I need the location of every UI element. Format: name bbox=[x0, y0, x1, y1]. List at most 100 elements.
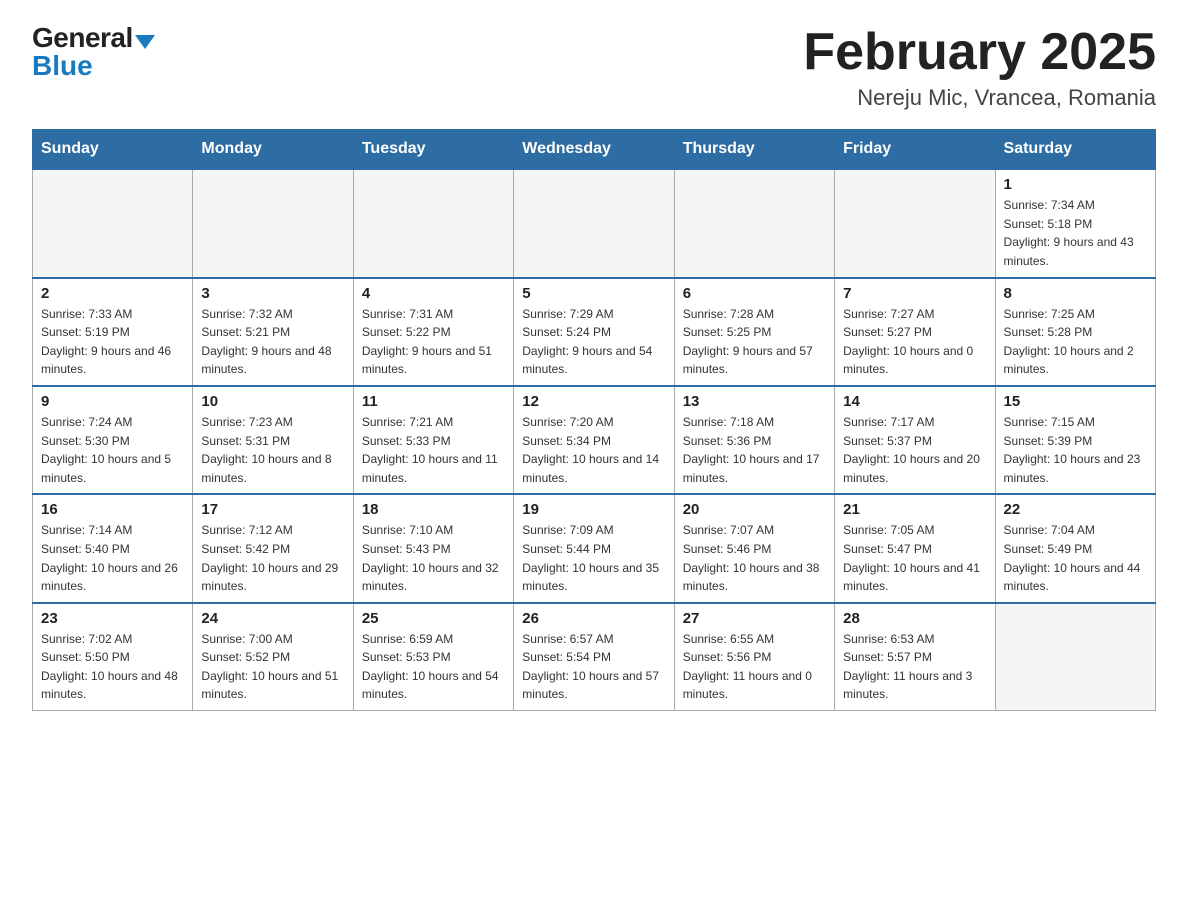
calendar-cell: 4 Sunrise: 7:31 AMSunset: 5:22 PMDaylight… bbox=[353, 278, 513, 386]
calendar-cell: 11 Sunrise: 7:21 AMSunset: 5:33 PMDayligh… bbox=[353, 386, 513, 494]
day-info: Sunrise: 7:07 AMSunset: 5:46 PMDaylight:… bbox=[683, 521, 826, 595]
calendar-cell: 20 Sunrise: 7:07 AMSunset: 5:46 PMDayligh… bbox=[674, 494, 834, 602]
col-header-saturday: Saturday bbox=[995, 130, 1155, 170]
day-number: 13 bbox=[683, 393, 826, 410]
calendar-table: SundayMondayTuesdayWednesdayThursdayFrid… bbox=[32, 129, 1156, 711]
calendar-cell: 16 Sunrise: 7:14 AMSunset: 5:40 PMDayligh… bbox=[33, 494, 193, 602]
col-header-friday: Friday bbox=[835, 130, 995, 170]
logo-triangle-icon bbox=[135, 35, 155, 49]
calendar-cell: 26 Sunrise: 6:57 AMSunset: 5:54 PMDayligh… bbox=[514, 603, 674, 711]
calendar-cell: 3Sunrise: 7:32 AMSunset: 5:21 PMDaylight… bbox=[193, 278, 353, 386]
calendar-cell: 14Sunrise: 7:17 AMSunset: 5:37 PMDayligh… bbox=[835, 386, 995, 494]
day-info: Sunrise: 6:55 AMSunset: 5:56 PMDaylight:… bbox=[683, 630, 826, 704]
calendar-cell: 13 Sunrise: 7:18 AMSunset: 5:36 PMDayligh… bbox=[674, 386, 834, 494]
day-info: Sunrise: 7:21 AMSunset: 5:33 PMDaylight:… bbox=[362, 413, 505, 487]
day-number: 19 bbox=[522, 501, 665, 518]
day-number: 3 bbox=[201, 285, 344, 302]
day-number: 27 bbox=[683, 610, 826, 627]
col-header-monday: Monday bbox=[193, 130, 353, 170]
day-info: Sunrise: 7:25 AMSunset: 5:28 PMDaylight:… bbox=[1004, 305, 1147, 379]
calendar-cell: 8Sunrise: 7:25 AMSunset: 5:28 PMDaylight… bbox=[995, 278, 1155, 386]
day-number: 14 bbox=[843, 393, 986, 410]
day-number: 23 bbox=[41, 610, 184, 627]
day-info: Sunrise: 7:12 AMSunset: 5:42 PMDaylight:… bbox=[201, 521, 344, 595]
calendar-cell: 25 Sunrise: 6:59 AMSunset: 5:53 PMDayligh… bbox=[353, 603, 513, 711]
day-number: 20 bbox=[683, 501, 826, 518]
calendar-cell bbox=[995, 603, 1155, 711]
day-info: Sunrise: 7:27 AMSunset: 5:27 PMDaylight:… bbox=[843, 305, 986, 379]
calendar-cell: 22 Sunrise: 7:04 AMSunset: 5:49 PMDayligh… bbox=[995, 494, 1155, 602]
day-number: 12 bbox=[522, 393, 665, 410]
day-info: Sunrise: 7:14 AMSunset: 5:40 PMDaylight:… bbox=[41, 521, 184, 595]
col-header-sunday: Sunday bbox=[33, 130, 193, 170]
calendar-cell: 23Sunrise: 7:02 AMSunset: 5:50 PMDayligh… bbox=[33, 603, 193, 711]
calendar-cell: 21 Sunrise: 7:05 AMSunset: 5:47 PMDayligh… bbox=[835, 494, 995, 602]
day-number: 26 bbox=[522, 610, 665, 627]
day-info: Sunrise: 7:33 AMSunset: 5:19 PMDaylight:… bbox=[41, 305, 184, 379]
logo-general-line: General bbox=[32, 24, 155, 52]
day-info: Sunrise: 7:28 AMSunset: 5:25 PMDaylight:… bbox=[683, 305, 826, 379]
day-info: Sunrise: 7:20 AMSunset: 5:34 PMDaylight:… bbox=[522, 413, 665, 487]
calendar-cell: 2 Sunrise: 7:33 AMSunset: 5:19 PMDaylight… bbox=[33, 278, 193, 386]
day-info: Sunrise: 6:53 AMSunset: 5:57 PMDaylight:… bbox=[843, 630, 986, 704]
day-info: Sunrise: 7:05 AMSunset: 5:47 PMDaylight:… bbox=[843, 521, 986, 595]
day-info: Sunrise: 7:00 AMSunset: 5:52 PMDaylight:… bbox=[201, 630, 344, 704]
calendar-cell: 17 Sunrise: 7:12 AMSunset: 5:42 PMDayligh… bbox=[193, 494, 353, 602]
calendar-cell: 28 Sunrise: 6:53 AMSunset: 5:57 PMDayligh… bbox=[835, 603, 995, 711]
day-info: Sunrise: 7:04 AMSunset: 5:49 PMDaylight:… bbox=[1004, 521, 1147, 595]
day-number: 17 bbox=[201, 501, 344, 518]
day-number: 24 bbox=[201, 610, 344, 627]
logo-general-text: General bbox=[32, 22, 133, 53]
calendar-cell: 10 Sunrise: 7:23 AMSunset: 5:31 PMDayligh… bbox=[193, 386, 353, 494]
calendar-week-row: 23Sunrise: 7:02 AMSunset: 5:50 PMDayligh… bbox=[33, 603, 1156, 711]
calendar-cell: 7 Sunrise: 7:27 AMSunset: 5:27 PMDaylight… bbox=[835, 278, 995, 386]
day-info: Sunrise: 7:10 AMSunset: 5:43 PMDaylight:… bbox=[362, 521, 505, 595]
calendar-cell: 12 Sunrise: 7:20 AMSunset: 5:34 PMDayligh… bbox=[514, 386, 674, 494]
calendar-cell bbox=[514, 169, 674, 277]
day-info: Sunrise: 7:34 AMSunset: 5:18 PMDaylight:… bbox=[1004, 196, 1147, 270]
day-number: 16 bbox=[41, 501, 184, 518]
day-number: 21 bbox=[843, 501, 986, 518]
day-info: Sunrise: 7:23 AMSunset: 5:31 PMDaylight:… bbox=[201, 413, 344, 487]
day-number: 22 bbox=[1004, 501, 1147, 518]
day-number: 9 bbox=[41, 393, 184, 410]
day-number: 11 bbox=[362, 393, 505, 410]
calendar-cell: 9 Sunrise: 7:24 AMSunset: 5:30 PMDaylight… bbox=[33, 386, 193, 494]
calendar-cell bbox=[193, 169, 353, 277]
calendar-cell bbox=[835, 169, 995, 277]
day-number: 28 bbox=[843, 610, 986, 627]
day-info: Sunrise: 7:15 AMSunset: 5:39 PMDaylight:… bbox=[1004, 413, 1147, 487]
calendar-week-row: 2 Sunrise: 7:33 AMSunset: 5:19 PMDaylight… bbox=[33, 278, 1156, 386]
calendar-week-row: 9 Sunrise: 7:24 AMSunset: 5:30 PMDaylight… bbox=[33, 386, 1156, 494]
logo: General Blue bbox=[32, 24, 155, 80]
day-number: 6 bbox=[683, 285, 826, 302]
calendar-cell bbox=[674, 169, 834, 277]
title-block: February 2025 Nereju Mic, Vrancea, Roman… bbox=[803, 24, 1156, 111]
calendar-cell bbox=[353, 169, 513, 277]
day-info: Sunrise: 7:31 AMSunset: 5:22 PMDaylight:… bbox=[362, 305, 505, 379]
calendar-week-row: 1 Sunrise: 7:34 AMSunset: 5:18 PMDaylight… bbox=[33, 169, 1156, 277]
calendar-header-row: SundayMondayTuesdayWednesdayThursdayFrid… bbox=[33, 130, 1156, 170]
col-header-tuesday: Tuesday bbox=[353, 130, 513, 170]
calendar-cell: 1 Sunrise: 7:34 AMSunset: 5:18 PMDaylight… bbox=[995, 169, 1155, 277]
calendar-cell: 27 Sunrise: 6:55 AMSunset: 5:56 PMDayligh… bbox=[674, 603, 834, 711]
calendar-cell: 24 Sunrise: 7:00 AMSunset: 5:52 PMDayligh… bbox=[193, 603, 353, 711]
day-info: Sunrise: 7:24 AMSunset: 5:30 PMDaylight:… bbox=[41, 413, 184, 487]
day-info: Sunrise: 6:57 AMSunset: 5:54 PMDaylight:… bbox=[522, 630, 665, 704]
day-number: 7 bbox=[843, 285, 986, 302]
day-number: 18 bbox=[362, 501, 505, 518]
day-info: Sunrise: 7:29 AMSunset: 5:24 PMDaylight:… bbox=[522, 305, 665, 379]
day-number: 4 bbox=[362, 285, 505, 302]
calendar-cell: 6 Sunrise: 7:28 AMSunset: 5:25 PMDaylight… bbox=[674, 278, 834, 386]
col-header-wednesday: Wednesday bbox=[514, 130, 674, 170]
calendar-cell: 15Sunrise: 7:15 AMSunset: 5:39 PMDayligh… bbox=[995, 386, 1155, 494]
day-number: 10 bbox=[201, 393, 344, 410]
day-number: 2 bbox=[41, 285, 184, 302]
calendar-cell bbox=[33, 169, 193, 277]
day-info: Sunrise: 7:18 AMSunset: 5:36 PMDaylight:… bbox=[683, 413, 826, 487]
day-number: 25 bbox=[362, 610, 505, 627]
logo-blue-text: Blue bbox=[32, 52, 93, 80]
page-header: General Blue February 2025 Nereju Mic, V… bbox=[32, 24, 1156, 111]
day-info: Sunrise: 6:59 AMSunset: 5:53 PMDaylight:… bbox=[362, 630, 505, 704]
day-number: 1 bbox=[1004, 176, 1147, 193]
